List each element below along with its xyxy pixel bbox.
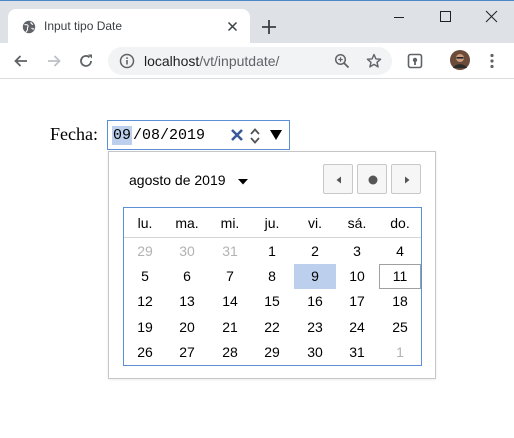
date-month-segment[interactable]: 08 xyxy=(142,126,160,145)
calendar-day[interactable]: 22 xyxy=(251,315,293,340)
caret-down-icon xyxy=(238,179,248,185)
spin-buttons-icon[interactable] xyxy=(248,125,262,147)
calendar-day[interactable]: 29 xyxy=(251,340,293,365)
calendar-day[interactable]: 18 xyxy=(379,289,421,314)
calendar-day[interactable]: 16 xyxy=(294,289,336,314)
close-window-icon[interactable] xyxy=(468,7,514,27)
info-icon[interactable] xyxy=(119,53,135,69)
calendar-day[interactable]: 26 xyxy=(124,340,166,365)
calendar-day[interactable]: 1 xyxy=(251,239,293,264)
date-input[interactable]: 09 / 08 / 2019 xyxy=(107,120,290,150)
calendar-day[interactable]: 23 xyxy=(294,315,336,340)
browser-tab[interactable]: Input tipo Date xyxy=(8,9,250,44)
calendar-day[interactable]: 15 xyxy=(251,289,293,314)
date-separator: / xyxy=(160,127,170,144)
star-icon[interactable] xyxy=(366,53,382,69)
weekday-label: vi. xyxy=(308,215,322,231)
calendar-day[interactable]: 7 xyxy=(209,264,251,289)
calendar-day[interactable]: 25 xyxy=(379,315,421,340)
calendar-day[interactable]: 21 xyxy=(209,315,251,340)
calendar-day[interactable]: 20 xyxy=(166,315,208,340)
back-arrow-icon[interactable] xyxy=(12,52,30,70)
weekday-label: sá. xyxy=(347,215,367,231)
calendar-day[interactable]: 4 xyxy=(379,239,421,264)
calendar-day[interactable]: 24 xyxy=(336,315,378,340)
calendar-day[interactable]: 29 xyxy=(124,239,166,264)
weekday-label: ju. xyxy=(264,215,280,231)
tab-title: Input tipo Date xyxy=(44,19,123,33)
chevron-right-icon xyxy=(405,176,410,184)
reload-icon[interactable] xyxy=(77,52,95,70)
date-picker-popup: agosto de 2019 lu. ma. mi. ju. vi. sá. d… xyxy=(108,151,436,379)
calendar-day[interactable]: 17 xyxy=(336,289,378,314)
calendar-day[interactable]: 5 xyxy=(124,264,166,289)
calendar-day-selected[interactable]: 9 xyxy=(294,264,336,289)
kebab-menu-icon[interactable] xyxy=(483,52,501,70)
calendar-day[interactable]: 1 xyxy=(379,340,421,365)
weekday-label: ma. xyxy=(175,215,199,231)
browser-title-bar: Input tipo Date xyxy=(0,0,514,44)
extension-icon[interactable] xyxy=(406,52,424,70)
date-day-segment[interactable]: 09 xyxy=(112,126,133,145)
calendar-day[interactable]: 27 xyxy=(166,340,208,365)
calendar-day[interactable]: 31 xyxy=(336,340,378,365)
calendar-day[interactable]: 14 xyxy=(209,289,251,314)
calendar-day[interactable]: 30 xyxy=(166,239,208,264)
date-year-segment[interactable]: 2019 xyxy=(169,126,205,145)
url-path: /vt/inputdate/ xyxy=(199,53,280,69)
calendar-day[interactable]: 3 xyxy=(336,239,378,264)
chevron-left-icon xyxy=(336,176,341,184)
profile-avatar[interactable] xyxy=(450,50,470,70)
maximize-icon[interactable] xyxy=(422,7,468,27)
calendar-day[interactable]: 12 xyxy=(124,289,166,314)
calendar-day[interactable]: 13 xyxy=(166,289,208,314)
url-text: localhost/vt/inputdate/ xyxy=(144,53,279,69)
date-field-label: Fecha: xyxy=(50,124,98,144)
today-button[interactable] xyxy=(357,164,387,194)
calendar-dropdown-icon[interactable] xyxy=(268,127,284,143)
zoom-icon[interactable] xyxy=(334,53,350,69)
calendar-grid: lu. ma. mi. ju. vi. sá. do. 29 30 31 1 2 3 4 5 6… xyxy=(123,207,422,366)
calendar-day[interactable]: 28 xyxy=(209,340,251,365)
clear-icon[interactable] xyxy=(230,128,244,142)
month-year-label: agosto de 2019 xyxy=(129,172,226,188)
month-year-selector[interactable]: agosto de 2019 xyxy=(129,172,248,188)
weekday-header: lu. ma. mi. ju. vi. sá. do. xyxy=(124,208,421,238)
calendar-day[interactable]: 6 xyxy=(166,264,208,289)
dot-icon xyxy=(368,175,378,185)
forward-arrow-icon[interactable] xyxy=(45,52,63,70)
minimize-icon[interactable] xyxy=(376,7,422,27)
weekday-label: lu. xyxy=(137,215,153,231)
plus-icon[interactable] xyxy=(259,17,279,37)
next-month-button[interactable] xyxy=(391,164,421,194)
calendar-day[interactable]: 31 xyxy=(209,239,251,264)
calendar-day[interactable]: 8 xyxy=(251,264,293,289)
weekday-label: do. xyxy=(390,215,410,231)
weekday-label: mi. xyxy=(220,215,240,231)
address-bar[interactable]: localhost/vt/inputdate/ xyxy=(108,47,392,75)
previous-month-button[interactable] xyxy=(323,164,353,194)
close-icon[interactable] xyxy=(226,20,239,33)
calendar-day[interactable]: 10 xyxy=(336,264,378,289)
browser-toolbar: localhost/vt/inputdate/ xyxy=(0,43,514,79)
calendar-day[interactable]: 19 xyxy=(124,315,166,340)
date-separator: / xyxy=(133,127,143,144)
globe-icon xyxy=(22,20,36,34)
calendar-day[interactable]: 30 xyxy=(294,340,336,365)
calendar-day[interactable]: 2 xyxy=(294,239,336,264)
url-host: localhost xyxy=(144,53,200,69)
calendar-day[interactable]: 11 xyxy=(379,264,421,289)
